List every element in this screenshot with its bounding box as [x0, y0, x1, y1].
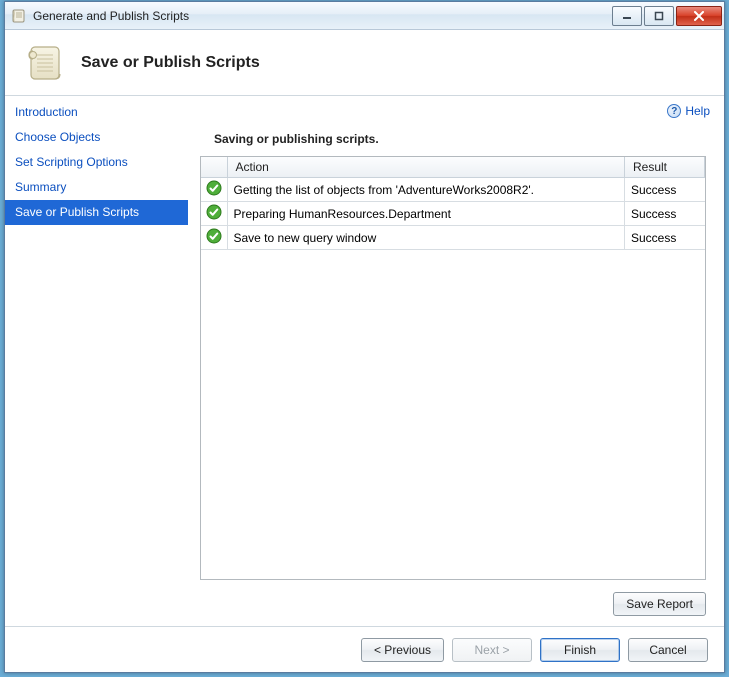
titlebar[interactable]: Generate and Publish Scripts	[5, 2, 724, 30]
help-icon: ?	[667, 104, 681, 118]
next-button: Next >	[452, 638, 532, 662]
status-cell	[201, 178, 227, 202]
action-cell: Getting the list of objects from 'Advent…	[227, 178, 625, 202]
finish-button[interactable]: Finish	[540, 638, 620, 662]
cancel-button[interactable]: Cancel	[628, 638, 708, 662]
success-icon	[206, 204, 222, 220]
help-label: Help	[685, 104, 710, 118]
sidebar-item-choose-objects[interactable]: Choose Objects	[5, 125, 188, 150]
table-row: Preparing HumanResources.Department Succ…	[201, 202, 705, 226]
sidebar-item-set-scripting-options[interactable]: Set Scripting Options	[5, 150, 188, 175]
result-cell: Success	[625, 202, 705, 226]
result-cell: Success	[625, 226, 705, 250]
table-row: Save to new query window Success	[201, 226, 705, 250]
table-header-row: Action Result	[201, 157, 705, 178]
action-cell: Preparing HumanResources.Department	[227, 202, 625, 226]
window-controls	[612, 6, 722, 26]
table-row: Getting the list of objects from 'Advent…	[201, 178, 705, 202]
status-cell	[201, 202, 227, 226]
status-cell	[201, 226, 227, 250]
result-cell: Success	[625, 178, 705, 202]
sidebar-item-save-or-publish[interactable]: Save or Publish Scripts	[5, 200, 188, 225]
sidebar-item-introduction[interactable]: Introduction	[5, 100, 188, 125]
col-result: Result	[625, 157, 705, 178]
previous-button[interactable]: < Previous	[361, 638, 444, 662]
scroll-icon	[23, 41, 67, 85]
window-title: Generate and Publish Scripts	[33, 9, 189, 23]
page-title: Save or Publish Scripts	[81, 54, 260, 72]
save-report-button[interactable]: Save Report	[613, 592, 706, 616]
close-button[interactable]	[676, 6, 722, 26]
script-icon	[11, 8, 27, 24]
section-title: Saving or publishing scripts.	[214, 132, 708, 146]
wizard-sidebar: Introduction Choose Objects Set Scriptin…	[5, 96, 188, 626]
col-status	[201, 157, 227, 178]
progress-table: Action Result Getting the list of object…	[200, 156, 706, 580]
help-link[interactable]: ? Help	[667, 104, 710, 118]
success-icon	[206, 228, 222, 244]
wizard-window: Generate and Publish Scripts	[4, 1, 725, 673]
wizard-header: Save or Publish Scripts	[5, 30, 724, 96]
maximize-button[interactable]	[644, 6, 674, 26]
action-cell: Save to new query window	[227, 226, 625, 250]
main-panel: ? Help Saving or publishing scripts. Act…	[188, 96, 724, 626]
success-icon	[206, 180, 222, 196]
col-action: Action	[227, 157, 625, 178]
wizard-footer: < Previous Next > Finish Cancel	[5, 626, 724, 672]
sidebar-item-summary[interactable]: Summary	[5, 175, 188, 200]
minimize-button[interactable]	[612, 6, 642, 26]
